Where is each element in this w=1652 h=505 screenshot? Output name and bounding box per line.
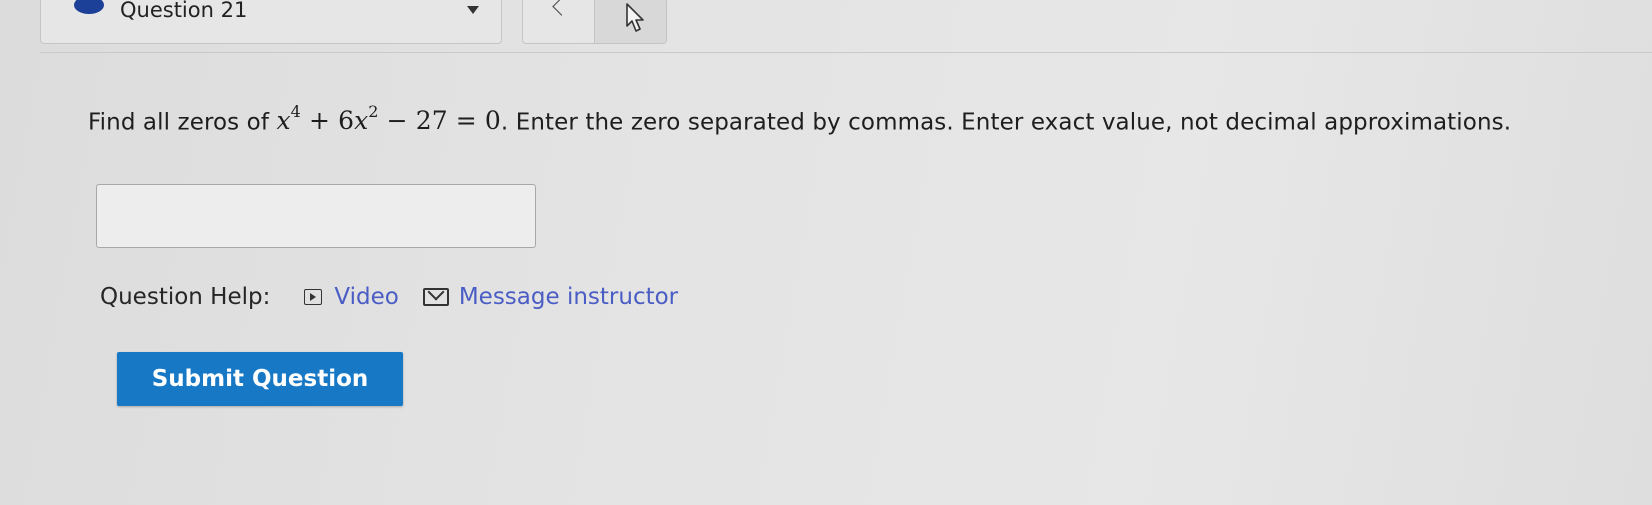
equation-term: + 6 bbox=[300, 106, 355, 136]
equation: x4 + 6x2 − 27 = 0 bbox=[276, 102, 501, 136]
mail-icon[interactable] bbox=[422, 288, 449, 306]
header-divider bbox=[40, 52, 1652, 53]
video-link[interactable]: Video bbox=[334, 284, 398, 310]
answer-input[interactable] bbox=[96, 184, 536, 248]
question-label: Question 21 bbox=[120, 0, 248, 22]
question-prompt: Find all zeros of x4 + 6x2 − 27 = 0. Ent… bbox=[88, 92, 1588, 145]
caret-down-icon[interactable] bbox=[467, 6, 479, 14]
question-nav-bar: Question 21 bbox=[0, 0, 1652, 54]
video-icon[interactable] bbox=[304, 289, 323, 305]
prompt-text-end: . Enter the zero separated by commas. En… bbox=[500, 109, 1512, 136]
chevron-left-icon bbox=[552, 0, 571, 16]
message-instructor-link[interactable]: Message instructor bbox=[459, 284, 678, 310]
mouse-pointer-icon bbox=[626, 3, 644, 32]
equation-variable: x bbox=[276, 106, 291, 136]
question-help-label: Question Help: bbox=[100, 284, 271, 310]
equation-variable: x bbox=[354, 106, 369, 136]
equation-exponent-2: 2 bbox=[368, 102, 379, 121]
submit-question-button[interactable]: Submit Question bbox=[117, 352, 403, 406]
equation-rest: − 27 = 0 bbox=[378, 106, 501, 136]
question-select-dropdown[interactable] bbox=[40, 0, 502, 44]
previous-question-button[interactable] bbox=[523, 0, 595, 43]
question-help-row: Question Help: Video Message instructor bbox=[100, 277, 678, 317]
equation-exponent-1: 4 bbox=[290, 102, 301, 121]
prompt-text-start: Find all zeros of bbox=[88, 109, 277, 136]
